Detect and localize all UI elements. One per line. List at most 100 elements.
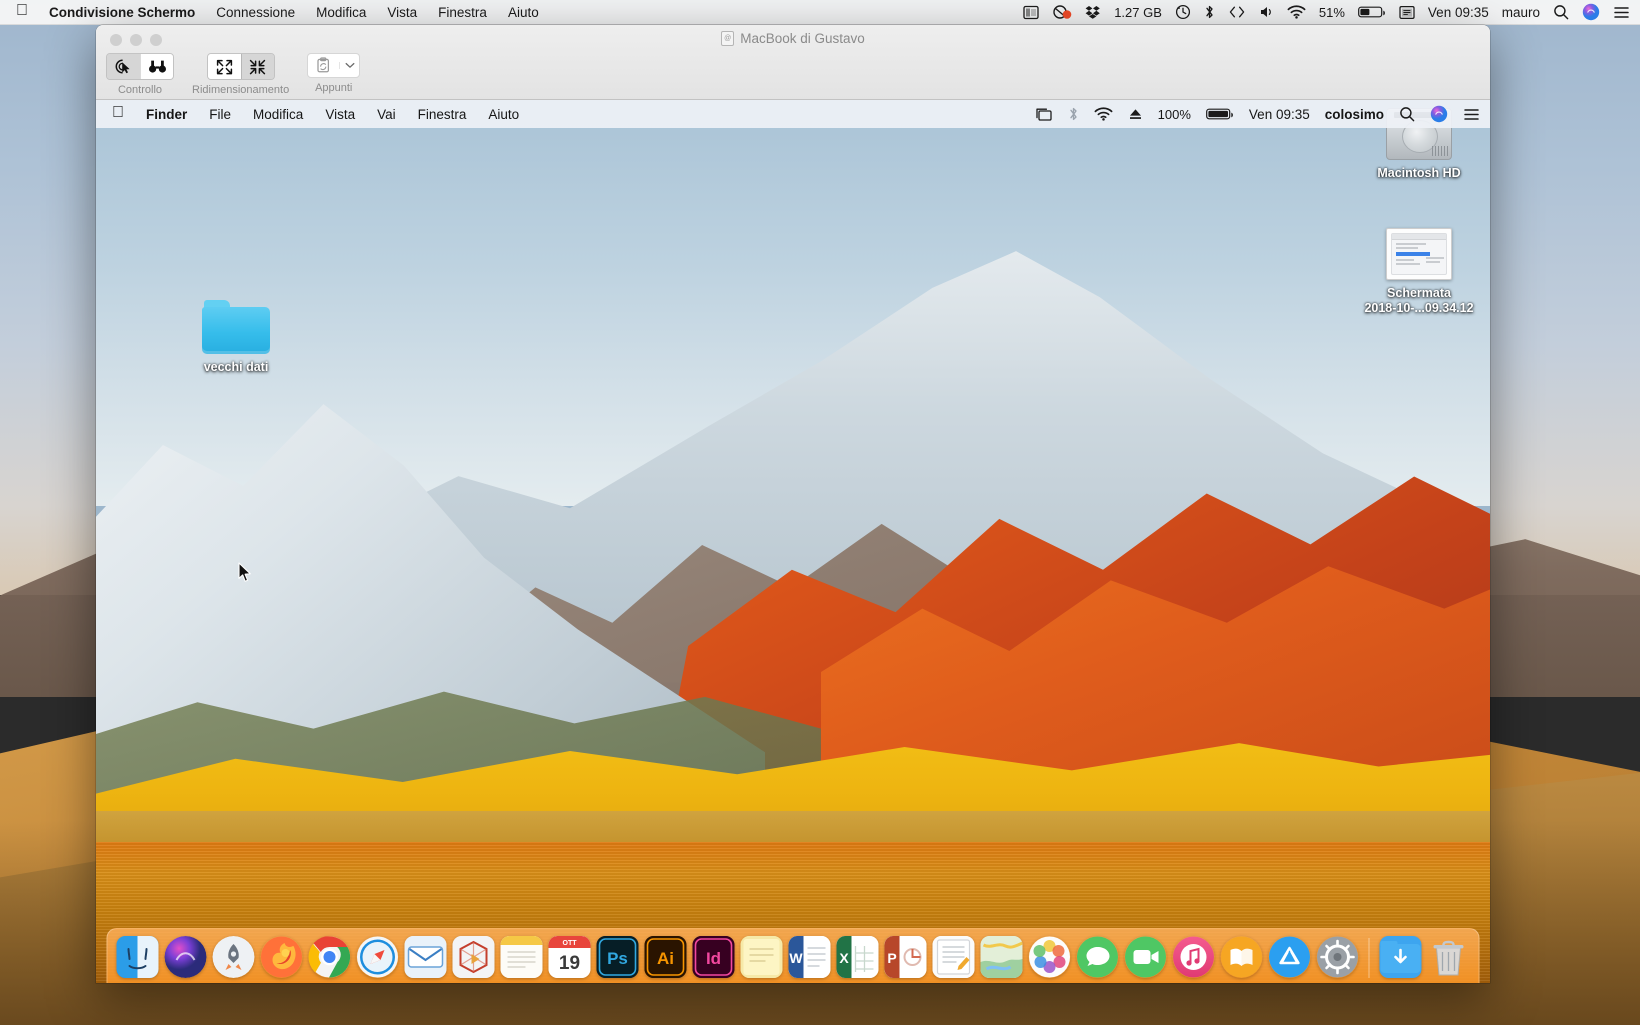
dock-separator — [1369, 938, 1370, 978]
dock-item-facetime[interactable] — [1125, 936, 1167, 978]
chevron-down-icon[interactable] — [339, 62, 359, 69]
dock-item-ibooks[interactable] — [1221, 936, 1263, 978]
remote-menu-vai[interactable]: Vai — [377, 107, 396, 122]
window-controls[interactable] — [110, 34, 162, 46]
dock-item-calendar[interactable]: OTT19 — [549, 936, 591, 978]
search-icon[interactable] — [1553, 4, 1569, 20]
scale-to-fit-button[interactable] — [241, 54, 274, 79]
dock-item-powerpoint[interactable]: P — [885, 936, 927, 978]
dock-item-downloads[interactable] — [1380, 936, 1422, 978]
dock-item-stickies[interactable] — [741, 936, 783, 978]
eject-icon[interactable] — [1128, 107, 1143, 121]
remote-dock[interactable]: OTT19 Ps Ai Id W X P — [107, 928, 1480, 983]
host-clock[interactable]: Ven 09:35 — [1428, 5, 1489, 20]
dock-item-finder[interactable] — [117, 936, 159, 978]
bluetooth-icon[interactable] — [1204, 4, 1215, 20]
remote-siri-icon[interactable] — [1430, 105, 1448, 123]
dropbox-icon[interactable] — [1085, 5, 1101, 20]
remote-menu-file[interactable]: File — [209, 107, 231, 122]
dock-item-siri[interactable] — [165, 936, 207, 978]
dock-item-illustrator[interactable]: Ai — [645, 936, 687, 978]
menu-connessione[interactable]: Connessione — [216, 5, 295, 20]
remote-user-name[interactable]: colosimo — [1325, 107, 1384, 122]
dock-item-pages[interactable] — [933, 936, 975, 978]
record-bubble-icon[interactable] — [1052, 5, 1072, 20]
code-brackets-icon[interactable] — [1228, 5, 1246, 19]
desktop-icon-vecchi-dati[interactable]: vecchi dati — [171, 300, 301, 376]
control-mode-segmented[interactable] — [106, 53, 174, 80]
remote-battery-icon[interactable] — [1206, 107, 1234, 121]
menu-modifica[interactable]: Modifica — [316, 5, 366, 20]
remote-menu-modifica[interactable]: Modifica — [253, 107, 303, 122]
toolbar-label-appunti: Appunti — [315, 82, 352, 94]
remote-apple-menu-icon[interactable]:  — [112, 105, 124, 121]
wifi-icon[interactable] — [1287, 5, 1306, 19]
minimize-button[interactable] — [130, 34, 142, 46]
dock-item-mail[interactable] — [405, 936, 447, 978]
zoom-button[interactable] — [150, 34, 162, 46]
dock-item-word[interactable]: W — [789, 936, 831, 978]
svg-text:Ai: Ai — [657, 949, 674, 968]
scale-full-size-button[interactable] — [208, 54, 241, 79]
remote-clock[interactable]: Ven 09:35 — [1249, 107, 1310, 122]
menu-finestra[interactable]: Finestra — [438, 5, 487, 20]
menu-vista[interactable]: Vista — [387, 5, 417, 20]
volume-icon[interactable] — [1259, 5, 1274, 19]
dock-item-system-preferences[interactable] — [1317, 936, 1359, 978]
dock-item-messages[interactable] — [1077, 936, 1119, 978]
dock-item-launchpad[interactable] — [213, 936, 255, 978]
dock-item-firefox[interactable] — [261, 936, 303, 978]
data-usage-label[interactable]: 1.27 GB — [1114, 5, 1162, 20]
close-button[interactable] — [110, 34, 122, 46]
svg-text:19: 19 — [559, 953, 580, 974]
scaling-segmented[interactable] — [207, 53, 275, 80]
dock-item-chrome[interactable] — [309, 936, 351, 978]
notification-center-icon[interactable] — [1613, 5, 1630, 20]
dock-item-itunes[interactable] — [1173, 936, 1215, 978]
control-mode-button[interactable] — [107, 54, 140, 79]
menu-app-name[interactable]: Condivisione Schermo — [49, 5, 195, 20]
remote-menu-bar:  Finder File Modifica Vista Vai Finestr… — [96, 100, 1490, 128]
dock-item-photos[interactable] — [1029, 936, 1071, 978]
observe-mode-button[interactable] — [140, 54, 173, 79]
remote-wifi-icon[interactable] — [1094, 107, 1113, 121]
remote-menu-finestra[interactable]: Finestra — [418, 107, 467, 122]
dock-item-indesign[interactable]: Id — [693, 936, 735, 978]
host-user-name[interactable]: mauro — [1502, 5, 1540, 20]
siri-icon[interactable] — [1582, 3, 1600, 21]
screen-sharing-window[interactable]: @ MacBook di Gustavo Controllo — [96, 25, 1490, 983]
dock-item-safari[interactable] — [357, 936, 399, 978]
dock-item-trash[interactable] — [1428, 936, 1470, 978]
desktop-icon-label: Macintosh HD — [1377, 166, 1460, 182]
remote-bluetooth-icon[interactable] — [1068, 106, 1079, 122]
display-capture-icon[interactable] — [1023, 5, 1039, 20]
battery-icon[interactable] — [1358, 5, 1386, 19]
svg-text:Id: Id — [706, 949, 721, 968]
dock-item-sketchup[interactable] — [453, 936, 495, 978]
clipboard-sync-button[interactable] — [308, 57, 339, 74]
clipboard-control[interactable] — [307, 53, 360, 78]
remote-notification-center-icon[interactable] — [1463, 107, 1480, 122]
svg-text:W: W — [789, 950, 803, 966]
screen-sharing-doc-icon: @ — [721, 31, 734, 46]
screen-sharing-icon[interactable] — [1034, 107, 1053, 122]
dock-item-notes[interactable] — [501, 936, 543, 978]
battery-percent-label[interactable]: 51% — [1319, 5, 1345, 20]
desktop-icon-label-line1: Schermata — [1387, 286, 1451, 300]
apple-menu-icon[interactable]:  — [16, 3, 28, 19]
time-machine-icon[interactable] — [1175, 4, 1191, 20]
menu-aiuto[interactable]: Aiuto — [508, 5, 539, 20]
remote-search-icon[interactable] — [1399, 106, 1415, 122]
window-toolbar[interactable]: Controllo Ridimensionamento — [106, 53, 360, 96]
remote-menu-vista[interactable]: Vista — [325, 107, 355, 122]
remote-menu-app-name[interactable]: Finder — [146, 107, 187, 122]
dock-item-maps[interactable] — [981, 936, 1023, 978]
remote-screen-view[interactable]:  Finder File Modifica Vista Vai Finestr… — [96, 100, 1490, 983]
remote-menu-aiuto[interactable]: Aiuto — [488, 107, 519, 122]
desktop-icon-schermata[interactable]: Schermata 2018-10-...09.34.12 — [1354, 228, 1484, 316]
remote-battery-percent[interactable]: 100% — [1158, 107, 1191, 122]
dock-item-appstore[interactable] — [1269, 936, 1311, 978]
dock-item-excel[interactable]: X — [837, 936, 879, 978]
dock-item-photoshop[interactable]: Ps — [597, 936, 639, 978]
input-source-icon[interactable] — [1399, 5, 1415, 20]
